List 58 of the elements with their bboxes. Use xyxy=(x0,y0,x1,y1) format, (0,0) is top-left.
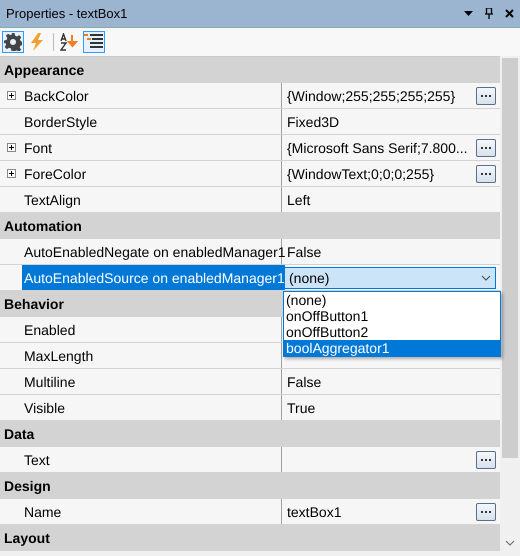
expand-icon[interactable] xyxy=(6,143,16,152)
ellipsis-button[interactable] xyxy=(476,164,496,182)
property-name[interactable]: BackColor xyxy=(22,88,89,104)
property-name[interactable]: Visible xyxy=(22,400,65,416)
property-name[interactable]: AutoEnabledNegate on enabledManager1 xyxy=(22,244,286,260)
dropdown-item[interactable]: (none) xyxy=(284,292,500,308)
category-header[interactable]: Design xyxy=(0,473,500,499)
pin-icon[interactable] xyxy=(485,8,493,19)
close-icon[interactable] xyxy=(505,9,514,18)
sort-icon xyxy=(60,33,80,51)
scroll-down-icon[interactable] xyxy=(505,540,515,546)
property-name[interactable]: Multiline xyxy=(22,374,76,390)
property-value[interactable]: {Microsoft Sans Serif;7.800... xyxy=(287,140,472,156)
property-name[interactable]: Font xyxy=(22,140,52,156)
property-value[interactable]: Left xyxy=(287,192,496,208)
ellipsis-icon xyxy=(480,510,492,514)
category-header[interactable]: Appearance xyxy=(0,57,500,83)
window-title: Properties - textBox1 xyxy=(6,6,128,21)
dropdown-arrow-icon[interactable] xyxy=(464,11,473,16)
toolbar-button[interactable] xyxy=(59,31,81,53)
dropdown-item[interactable]: onOffButton2 xyxy=(284,324,500,340)
ellipsis-icon xyxy=(480,458,492,462)
ellipsis-button[interactable] xyxy=(476,138,496,156)
property-value[interactable]: False xyxy=(287,374,496,390)
property-name[interactable]: AutoEnabledSource on enabledManager1 xyxy=(22,265,285,290)
ellipsis-button[interactable] xyxy=(476,502,496,520)
lightning-icon xyxy=(30,33,44,51)
expand-icon[interactable] xyxy=(6,91,16,100)
ellipsis-icon xyxy=(480,146,492,150)
property-name[interactable]: MaxLength xyxy=(22,348,94,364)
ellipsis-icon xyxy=(480,172,492,176)
property-value[interactable]: Fixed3D xyxy=(287,114,496,130)
expand-icon[interactable] xyxy=(6,169,16,178)
ellipsis-icon xyxy=(480,94,492,98)
property-name[interactable]: TextAlign xyxy=(22,192,81,208)
chevron-icon xyxy=(481,274,491,280)
property-name[interactable]: BorderStyle xyxy=(22,114,98,130)
property-value[interactable]: True xyxy=(287,400,496,416)
property-value[interactable]: textBox1 xyxy=(287,504,472,520)
toolbar-button[interactable] xyxy=(2,31,24,53)
property-value[interactable]: False xyxy=(287,244,496,260)
property-value[interactable]: {WindowText;0;0;0;255} xyxy=(287,166,472,182)
property-value[interactable]: {Window;255;255;255;255} xyxy=(287,88,472,104)
toolbar-button[interactable] xyxy=(83,31,105,53)
dropdown-item[interactable]: boolAggregator1 xyxy=(284,340,500,356)
value-dropdown[interactable]: (none) xyxy=(284,266,496,288)
category-header[interactable]: Automation xyxy=(0,213,500,239)
property-name[interactable]: ForeColor xyxy=(22,166,86,182)
list-icon xyxy=(84,33,104,51)
property-name[interactable]: Enabled xyxy=(22,322,76,338)
scrollbar-thumb[interactable] xyxy=(502,58,518,458)
ellipsis-button[interactable] xyxy=(476,450,496,468)
category-header[interactable]: Data xyxy=(0,421,500,447)
category-header[interactable]: Layout xyxy=(0,525,500,551)
ellipsis-button[interactable] xyxy=(476,86,496,104)
property-name[interactable]: Text xyxy=(22,452,50,468)
property-name[interactable]: Name xyxy=(22,504,62,520)
gear-icon xyxy=(4,33,22,51)
